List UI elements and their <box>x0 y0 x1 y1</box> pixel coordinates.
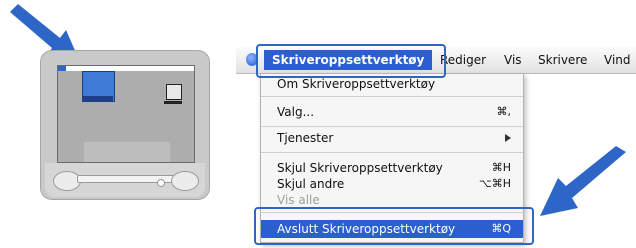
menu-item-services[interactable]: Tjenester <box>261 130 523 146</box>
menu-item-label: Om Skriveroppsettverktøy <box>277 77 436 91</box>
imac-screen-shade <box>84 142 170 162</box>
menu-item-show-all: Vis alle <box>261 192 523 208</box>
imac-speaker-right <box>171 171 199 191</box>
imac-screen-menu-highlight <box>58 66 66 71</box>
pointer-arrow-right <box>540 146 626 216</box>
menu-title-vind[interactable]: Vind <box>604 50 631 70</box>
menu-item-hide-app[interactable]: Skjul Skriveroppsettverktøy ⌘H <box>261 160 523 176</box>
menu-separator <box>261 126 523 127</box>
menu-item-label: Valg... <box>277 105 315 119</box>
submenu-arrow-icon <box>505 134 511 142</box>
imac-screen-menubar <box>58 66 194 71</box>
imac-screen-dropdown-quit <box>82 96 113 102</box>
menu-item-about[interactable]: Om Skriveroppsettverktøy <box>261 76 523 92</box>
menu-title-skrivere[interactable]: Skrivere <box>538 50 587 70</box>
imac-screen-window-icon <box>166 84 182 100</box>
menu-title-highlight-box <box>256 44 446 78</box>
menu-separator <box>261 96 523 97</box>
imac-body <box>40 50 210 200</box>
menu-title-vis[interactable]: Vis <box>504 50 522 70</box>
imac-screen <box>57 65 195 163</box>
menu-item-shortcut: ⌥⌘H <box>479 177 511 190</box>
menu-title-rediger[interactable]: Rediger <box>440 50 486 70</box>
menu-item-label: Skjul andre <box>277 177 345 191</box>
quit-item-highlight-box <box>254 207 534 245</box>
imac-power-button <box>157 179 165 187</box>
menu-item-label: Vis alle <box>277 193 320 207</box>
imac-chin <box>45 163 205 197</box>
menu-item-preferences[interactable]: Valg... ⌘, <box>261 104 523 120</box>
imac-illustration <box>40 50 210 200</box>
menu-separator <box>261 152 523 153</box>
menu-item-label: Skjul Skriveroppsettverktøy <box>277 161 443 175</box>
menu-item-hide-others[interactable]: Skjul andre ⌥⌘H <box>261 176 523 192</box>
menu-item-shortcut: ⌘H <box>491 161 511 174</box>
menu-item-shortcut: ⌘, <box>496 105 512 118</box>
imac-screen-window-base <box>164 101 182 104</box>
menu-item-label: Tjenester <box>277 131 334 145</box>
